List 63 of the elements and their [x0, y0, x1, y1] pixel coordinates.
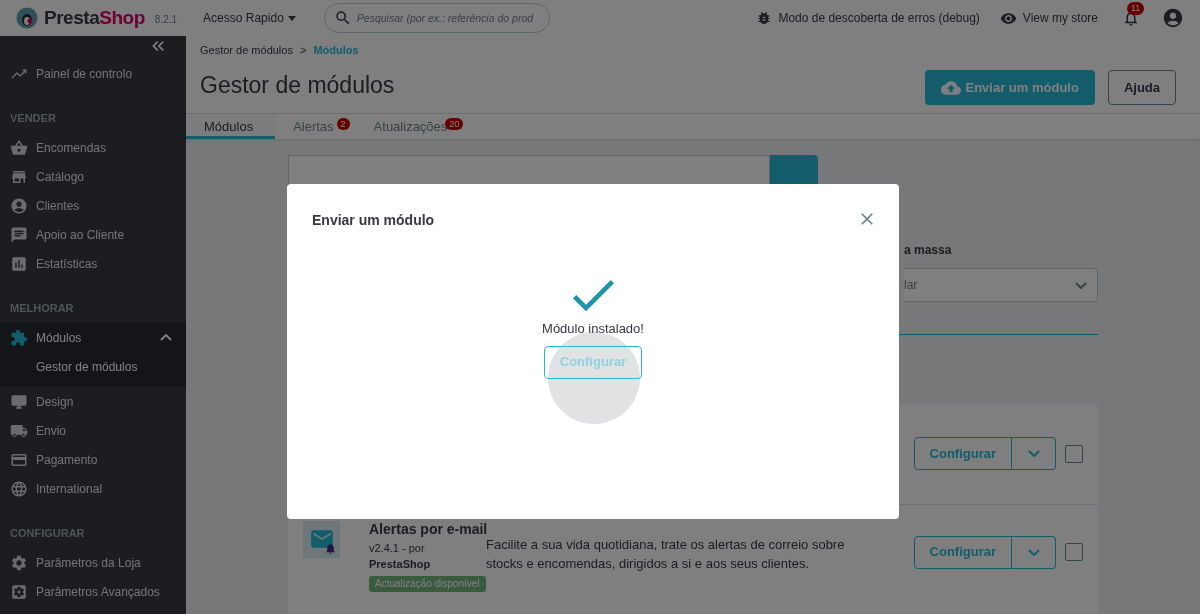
sidebar-item[interactable]: Encomendas — [0, 133, 186, 162]
sidebar-item[interactable]: Pagamento — [0, 445, 186, 474]
puzzle-icon — [10, 328, 28, 347]
count-badge: 2 — [336, 117, 350, 130]
settings-icon — [10, 553, 28, 572]
module-description: Facilite a sua vida quotidiana, trate os alertas de correio sobre stocks e encomendas, dirigidos a si e aos seus clientes. — [486, 535, 846, 573]
chevron-up-icon — [160, 334, 172, 341]
success-message: Módulo instalado! — [542, 320, 644, 338]
sidebar-item[interactable]: Parâmetros da Loja — [0, 548, 186, 577]
bell-icon — [324, 541, 337, 555]
search-icon — [333, 9, 352, 27]
chart-icon — [10, 254, 28, 273]
caret-icon — [287, 15, 296, 21]
view-store-link[interactable]: View my store — [1022, 9, 1098, 27]
sidebar-item[interactable]: Clientes — [0, 191, 186, 220]
chat-icon — [10, 225, 28, 244]
update-badge: Actualização disponível — [369, 575, 486, 592]
search-field[interactable]: Pesquisar (por ex.: referência do prod — [323, 3, 550, 33]
sidebar-item[interactable]: Envio — [0, 416, 186, 445]
configure-button[interactable]: Configurar — [913, 535, 1012, 569]
breadcrumb-separator: > — [299, 43, 307, 58]
monitor-icon — [10, 392, 28, 411]
dropdown-toggle[interactable] — [1012, 437, 1056, 471]
quick-access-menu[interactable]: Acesso Rapido — [203, 9, 296, 27]
sidebar-item[interactable]: Painel de controlo — [0, 59, 186, 88]
debug-mode-link[interactable]: Modo de descoberta de erros (debug) — [778, 9, 980, 27]
sidebar-item[interactable]: Módulos — [0, 323, 186, 352]
dropdown-toggle[interactable] — [1012, 535, 1056, 569]
logo-text: PrestaShop — [44, 5, 145, 30]
sidebar-item[interactable]: Parâmetros Avançados — [0, 577, 186, 606]
breadcrumb-link[interactable]: Gestor de módulos — [200, 42, 293, 59]
sidebar-item[interactable]: Catálogo — [0, 162, 186, 191]
version-label: 8.2.1 — [154, 13, 178, 27]
user-icon — [10, 196, 28, 215]
chevron-down-icon — [1027, 548, 1040, 556]
sidebar-item[interactable]: Estatísticas — [0, 249, 186, 278]
bulk-actions-label: a massa — [904, 242, 953, 259]
checkbox[interactable] — [1065, 543, 1083, 561]
settings-icon — [10, 582, 28, 601]
module-name: Alertas por e-mail — [369, 519, 486, 539]
globe-icon — [10, 479, 28, 498]
module-version: v2.4.1 - por — [369, 540, 426, 556]
sidebar-item[interactable]: Apoio ao Cliente — [0, 220, 186, 249]
dialog-title: Enviar um módulo — [312, 211, 435, 230]
page-title: Gestor de módulos — [200, 71, 395, 101]
basket-icon — [10, 138, 28, 157]
checkbox[interactable] — [1065, 444, 1083, 463]
sidebar-item[interactable]: International — [0, 474, 186, 503]
module-author: PrestaShop — [369, 557, 432, 572]
chevron-down-icon — [1027, 450, 1040, 458]
bulk-actions-select[interactable]: lar — [904, 268, 1098, 302]
tab[interactable]: Alertas 2 — [275, 113, 356, 139]
logo-icon — [16, 7, 38, 29]
sidebar-item[interactable]: Design — [0, 387, 186, 416]
breadcrumb-link[interactable]: Módulos — [313, 42, 359, 59]
sidebar-subitem[interactable]: Gestor de módulos — [0, 352, 186, 381]
chevron-down-icon — [1075, 281, 1087, 289]
notification-badge: 11 — [1127, 2, 1145, 15]
upload-module-button[interactable]: Enviar um módulo — [925, 70, 1095, 105]
tab[interactable]: Módulos — [186, 113, 276, 139]
account-icon[interactable] — [1162, 7, 1184, 29]
help-button[interactable]: Ajuda — [1107, 70, 1176, 105]
configure-button[interactable]: Configurar — [913, 437, 1012, 471]
